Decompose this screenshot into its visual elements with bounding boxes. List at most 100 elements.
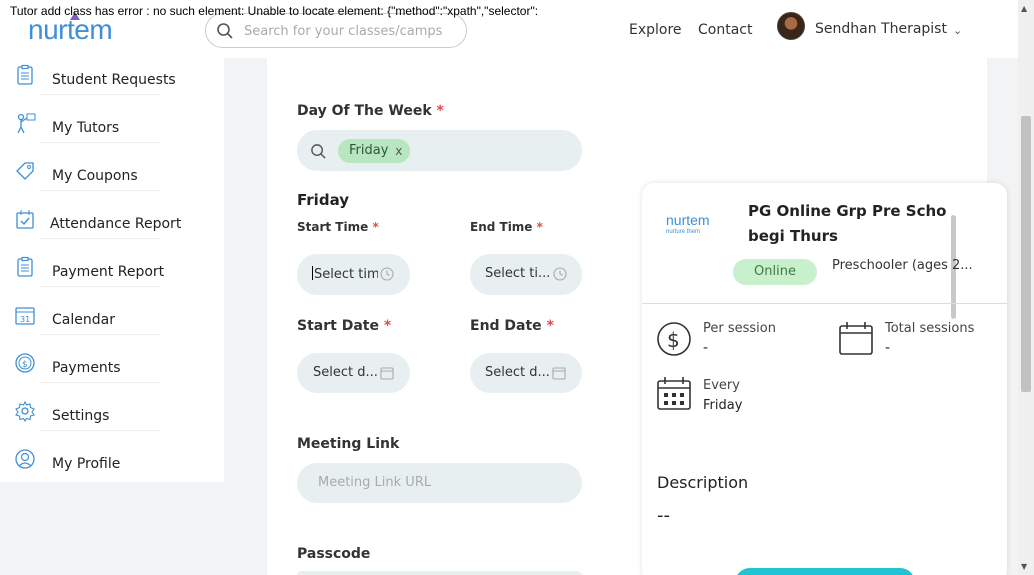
search-icon [311, 144, 326, 159]
clock-icon [553, 267, 567, 281]
start-date-input[interactable]: Select d... [297, 353, 410, 393]
every-label: Every [703, 378, 740, 393]
end-time-label: End Time * [470, 220, 543, 234]
description-label: Description [657, 473, 749, 492]
day-heading: Friday [297, 191, 350, 209]
divider [40, 430, 160, 431]
every-value: Friday [703, 398, 743, 413]
divider [40, 286, 160, 287]
divider [40, 238, 160, 239]
page-scrollbar[interactable]: ▲ ▼ [1018, 0, 1034, 575]
dollar-icon: $ [657, 322, 691, 356]
preview-logo-tagline: nurture them [666, 229, 701, 235]
end-time-placeholder: Select ti... [485, 266, 551, 281]
calendar-icon [380, 367, 394, 380]
profile-icon [15, 449, 35, 469]
search-icon [217, 23, 233, 39]
svg-text:$: $ [667, 328, 680, 352]
error-banner: Tutor add class has error : no such elem… [10, 4, 539, 18]
dollar-icon: $ [15, 353, 35, 373]
total-sessions-label: Total sessions [885, 321, 975, 336]
end-date-placeholder: Select d... [485, 365, 549, 380]
sidebar-item-label: Calendar [52, 312, 115, 328]
divider [40, 190, 160, 191]
sidebar-item-calendar[interactable]: 31 Calendar [0, 300, 224, 348]
status-badge: Online [733, 259, 817, 285]
gear-icon [15, 400, 35, 422]
divider [40, 334, 160, 335]
avatar[interactable] [777, 12, 805, 40]
sidebar-item-label: Attendance Report [50, 216, 182, 232]
total-sessions-value: - [885, 340, 891, 356]
age-group: Preschooler (ages 2... [832, 258, 972, 273]
day-of-week-label: Day Of The Week * [297, 103, 444, 119]
schedule-calendar-icon [657, 377, 691, 410]
sidebar-item-settings[interactable]: Settings [0, 396, 224, 444]
nav-explore[interactable]: Explore [629, 22, 682, 38]
sidebar-item-label: Student Requests [52, 72, 176, 88]
passcode-input[interactable] [297, 571, 582, 575]
sidebar-item-attendance-report[interactable]: Attendance Report [0, 204, 224, 252]
preview-logo: nurtem nurture them [666, 213, 710, 257]
meeting-link-input[interactable]: Meeting Link URL [297, 463, 582, 503]
class-preview-card: nurtem nurture them PG Online Grp Pre Sc… [642, 183, 1007, 575]
start-date-placeholder: Select d... [313, 365, 377, 380]
tutor-icon [17, 113, 36, 134]
end-date-input[interactable]: Select d... [470, 353, 582, 393]
sidebar-item-label: My Profile [52, 456, 121, 472]
close-icon[interactable]: x [395, 139, 402, 163]
preview-title: PG Online Grp Pre Scho begi Thurs [748, 202, 947, 245]
meeting-link-label: Meeting Link [297, 436, 400, 452]
sidebar-item-my-coupons[interactable]: My Coupons [0, 156, 224, 204]
sidebar-item-label: Payment Report [52, 264, 165, 280]
calendar-icon: 31 [15, 307, 35, 325]
sidebar-item-my-profile[interactable]: My Profile [0, 444, 224, 492]
clipboard-icon [17, 256, 33, 277]
sidebar-item-payment-report[interactable]: Payment Report [0, 252, 224, 300]
scrollbar-thumb[interactable] [1021, 116, 1031, 392]
divider [40, 94, 160, 95]
passcode-label: Passcode [297, 546, 371, 562]
start-time-placeholder: Select time [314, 267, 378, 282]
sidebar-item-payments[interactable]: $ Payments [0, 348, 224, 396]
selected-day-tag: Friday x [338, 139, 411, 163]
day-of-week-select[interactable]: Friday x [297, 130, 582, 171]
start-time-input[interactable]: Select time [297, 254, 410, 295]
svg-text:$: $ [22, 360, 28, 370]
per-session-value: - [703, 340, 709, 356]
sidebar-item-label: Payments [52, 360, 121, 376]
divider [642, 303, 1007, 304]
per-session-label: Per session [703, 321, 776, 336]
tag-icon [16, 162, 34, 180]
sidebar-item-student-requests[interactable]: Student Requests [0, 60, 224, 108]
scroll-up-icon[interactable]: ▲ [1021, 4, 1027, 13]
user-name[interactable]: Sendhan Therapist [815, 21, 947, 37]
sidebar-item-label: Settings [52, 408, 110, 424]
description-value: -- [657, 505, 670, 526]
clipboard-icon [17, 64, 33, 85]
sidebar-item-my-tutors[interactable]: My Tutors [0, 108, 224, 156]
search-input[interactable]: Search for your classes/camps [244, 24, 442, 39]
meeting-link-placeholder: Meeting Link URL [318, 475, 432, 490]
end-date-label: End Date * [470, 318, 554, 334]
svg-text:31: 31 [20, 315, 30, 324]
calendar-icon [552, 367, 566, 380]
tag-label: Friday [349, 143, 389, 158]
preview-logo-text: nurtem [666, 212, 710, 228]
sidebar-item-label: My Coupons [52, 168, 138, 184]
start-date-label: Start Date * [297, 318, 392, 334]
preview-action-button[interactable] [735, 568, 915, 575]
start-time-label: Start Time * [297, 220, 379, 234]
calendar-check-icon [16, 210, 34, 229]
sidebar: Student Requests My Tutors My Coupons At… [0, 58, 224, 482]
end-time-input[interactable]: Select ti... [470, 254, 582, 295]
scroll-down-icon[interactable]: ▼ [1021, 562, 1027, 571]
clock-icon [380, 267, 394, 281]
calendar-icon [839, 322, 873, 355]
divider [40, 382, 160, 383]
sidebar-item-label: My Tutors [52, 120, 120, 136]
nav-contact[interactable]: Contact [698, 22, 752, 38]
chevron-down-icon[interactable]: ⌄ [953, 24, 962, 37]
nurtem-logo[interactable]: nurtem [28, 12, 113, 46]
search-bar[interactable]: Search for your classes/camps [205, 13, 467, 48]
